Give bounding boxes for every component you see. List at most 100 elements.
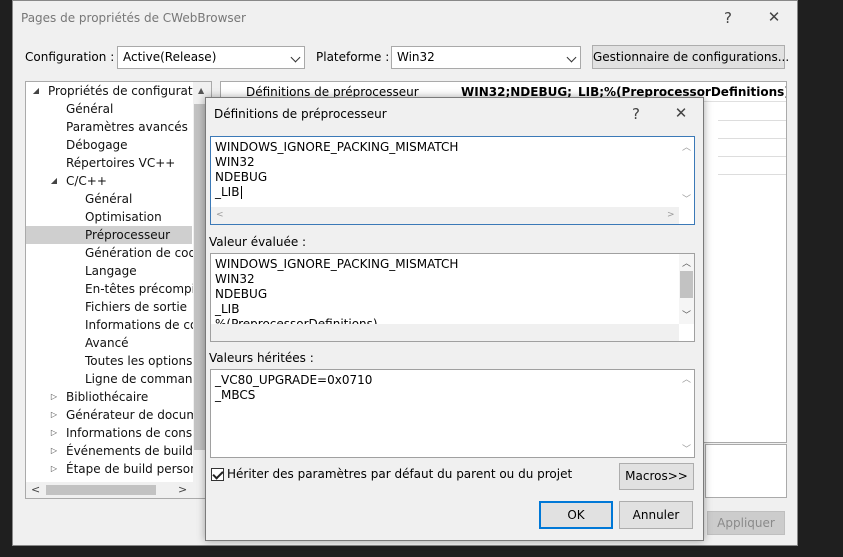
configuration-label: Configuration : (25, 50, 115, 64)
scroll-right-icon[interactable]: > (178, 483, 187, 496)
evaluated-vscrollbar[interactable]: ︿ ﹀ (679, 254, 694, 324)
platform-value: Win32 (397, 50, 435, 64)
scroll-down-icon[interactable]: ﹀ (682, 192, 691, 205)
tree-item[interactable]: Avancé (26, 334, 192, 352)
platform-select[interactable]: Win32 (391, 46, 581, 69)
cancel-button[interactable]: Annuler (619, 501, 693, 529)
tree-item-label: Débogage (66, 138, 128, 152)
inherit-checkbox[interactable] (211, 468, 224, 481)
tree-item-label: Langage (85, 264, 137, 278)
grid-line (718, 138, 786, 139)
help-icon[interactable]: ? (713, 9, 743, 27)
tree-item[interactable]: Toutes les options (26, 352, 192, 370)
evaluated-line: NDEBUG (215, 287, 268, 301)
grid-line (718, 120, 786, 121)
tree-item[interactable]: ▷ Événements de build (26, 442, 193, 460)
tree-item-label: Avancé (85, 336, 129, 350)
tree-item[interactable]: Optimisation (26, 208, 192, 226)
tree-item-label: Bibliothécaire (66, 390, 149, 404)
property-tree[interactable]: ◢ Propriétés de configuration Général Param… (25, 81, 212, 499)
scroll-up-icon[interactable]: ▲ (198, 86, 204, 95)
configuration-select[interactable]: Active(Release) (117, 46, 305, 69)
expand-arrow-icon[interactable]: ▷ (48, 424, 60, 442)
scroll-up-icon[interactable]: ︿ (682, 140, 691, 153)
tree-item[interactable]: Fichiers de sortie (26, 298, 192, 316)
expand-arrow-icon[interactable]: ▷ (48, 460, 60, 478)
grid-line (718, 174, 786, 175)
tree-item[interactable]: ▷ Bibliothécaire (26, 388, 192, 406)
tree-item[interactable]: Génération de code (26, 244, 204, 262)
preprocessor-definitions-dialog: Définitions de préprocesseur ? ✕ WINDOWS… (205, 97, 704, 541)
chevron-down-icon (290, 52, 301, 63)
scroll-up-icon[interactable]: ︿ (682, 372, 691, 385)
tree-item-label: Paramètres avancés (66, 120, 188, 134)
evaluated-line: WINDOWS_IGNORE_PACKING_MISMATCH (215, 257, 459, 271)
collapse-arrow-icon[interactable]: ◢ (48, 172, 60, 190)
inherited-vscrollbar[interactable]: ︿ ﹀ (679, 370, 694, 457)
platform-label: Plateforme : (316, 50, 390, 64)
expand-arrow-icon[interactable]: ▷ (48, 388, 60, 406)
tree-item-label: Fichiers de sortie (85, 300, 188, 314)
tree-item[interactable]: Ligne de commande (26, 370, 208, 388)
tree-item[interactable]: ◢ Propriétés de configuration (26, 82, 211, 100)
editor-hscrollbar[interactable]: < > (211, 207, 679, 224)
scroll-left-icon[interactable]: < (31, 483, 40, 496)
editor-line: WIN32 (215, 155, 255, 169)
scroll-down-icon[interactable]: ﹀ (682, 308, 691, 321)
tree-item[interactable]: Général (26, 190, 192, 208)
tree-item[interactable]: ▷ Étape de build personnalisée (26, 460, 211, 478)
tree-item-label: Ligne de commande (85, 372, 208, 386)
close-icon[interactable]: ✕ (666, 104, 696, 122)
editor-line: WINDOWS_IGNORE_PACKING_MISMATCH (215, 140, 459, 154)
inherit-checkbox-label[interactable]: Hériter des paramètres par défaut du par… (227, 467, 572, 481)
inherited-line: _VC80_UPGRADE=0x0710 (215, 373, 373, 387)
ok-button[interactable]: OK (539, 501, 613, 529)
tree-item-label: Général (85, 192, 133, 206)
tree-item[interactable]: Débogage (26, 136, 192, 154)
macros-button[interactable]: Macros>> (619, 463, 694, 490)
tree-item-label: C/C++ (66, 174, 107, 188)
expand-arrow-icon[interactable]: ▷ (48, 406, 60, 424)
inherited-line: _MBCS (215, 388, 256, 402)
tree-item[interactable]: ▷ Générateur de documents XML (26, 406, 211, 424)
help-icon[interactable]: ? (621, 105, 651, 123)
tree-item-label: Étape de build personnalisée (66, 462, 211, 476)
configuration-manager-button[interactable]: Gestionnaire de configurations... (592, 45, 789, 69)
close-icon[interactable]: ✕ (759, 8, 789, 26)
dialog-title: Définitions de préprocesseur (214, 107, 387, 121)
evaluated-hscrollbar[interactable] (211, 324, 679, 341)
description-panel (705, 444, 787, 498)
scroll-left-icon[interactable]: < (216, 210, 224, 220)
chevron-down-icon (566, 52, 577, 63)
tree-item[interactable]: Langage (26, 262, 192, 280)
scrollbar-thumb[interactable] (680, 271, 693, 298)
tree-item-label: Général (66, 102, 114, 116)
scroll-down-icon[interactable]: ﹀ (682, 442, 691, 455)
evaluated-value-label: Valeur évaluée : (209, 235, 307, 249)
inherited-values-box[interactable]: _VC80_UPGRADE=0x0710 _MBCS ︿ ﹀ (210, 369, 695, 458)
tree-item[interactable]: Préprocesseur (26, 226, 192, 244)
tree-item[interactable]: Informations de consultation (26, 316, 211, 334)
apply-button[interactable]: Appliquer (707, 511, 785, 535)
tree-item[interactable]: ◢ C/C++ (26, 172, 192, 190)
tree-item[interactable]: En-têtes précompilés (26, 280, 211, 298)
tree-item[interactable]: Général (26, 100, 192, 118)
tree-item[interactable]: ▷ Informations de consultation (26, 424, 211, 442)
expand-arrow-icon[interactable]: ▷ (48, 442, 60, 460)
tree-horizontal-scrollbar[interactable]: < > (26, 482, 211, 498)
tree-item-label: Préprocesseur (85, 228, 171, 242)
definitions-editor[interactable]: WINDOWS_IGNORE_PACKING_MISMATCH WIN32 ND… (210, 136, 695, 225)
collapse-arrow-icon[interactable]: ◢ (30, 82, 42, 100)
tree-item-label: Propriétés de configuration (48, 84, 211, 98)
evaluated-value-box[interactable]: WINDOWS_IGNORE_PACKING_MISMATCH WIN32 ND… (210, 253, 695, 342)
editor-vscrollbar[interactable]: ︿ ﹀ (679, 137, 694, 207)
scroll-up-icon[interactable]: ︿ (682, 256, 691, 269)
scrollbar-thumb[interactable] (46, 485, 156, 495)
scroll-right-icon[interactable]: > (667, 210, 675, 220)
evaluated-line: WIN32 (215, 272, 255, 286)
tree-item-label: Génération de code (85, 246, 204, 260)
tree-item[interactable]: Paramètres avancés (26, 118, 192, 136)
configuration-value: Active(Release) (123, 50, 217, 64)
tree-item-label: Événements de build (66, 444, 193, 458)
tree-item[interactable]: Répertoires VC++ (26, 154, 192, 172)
